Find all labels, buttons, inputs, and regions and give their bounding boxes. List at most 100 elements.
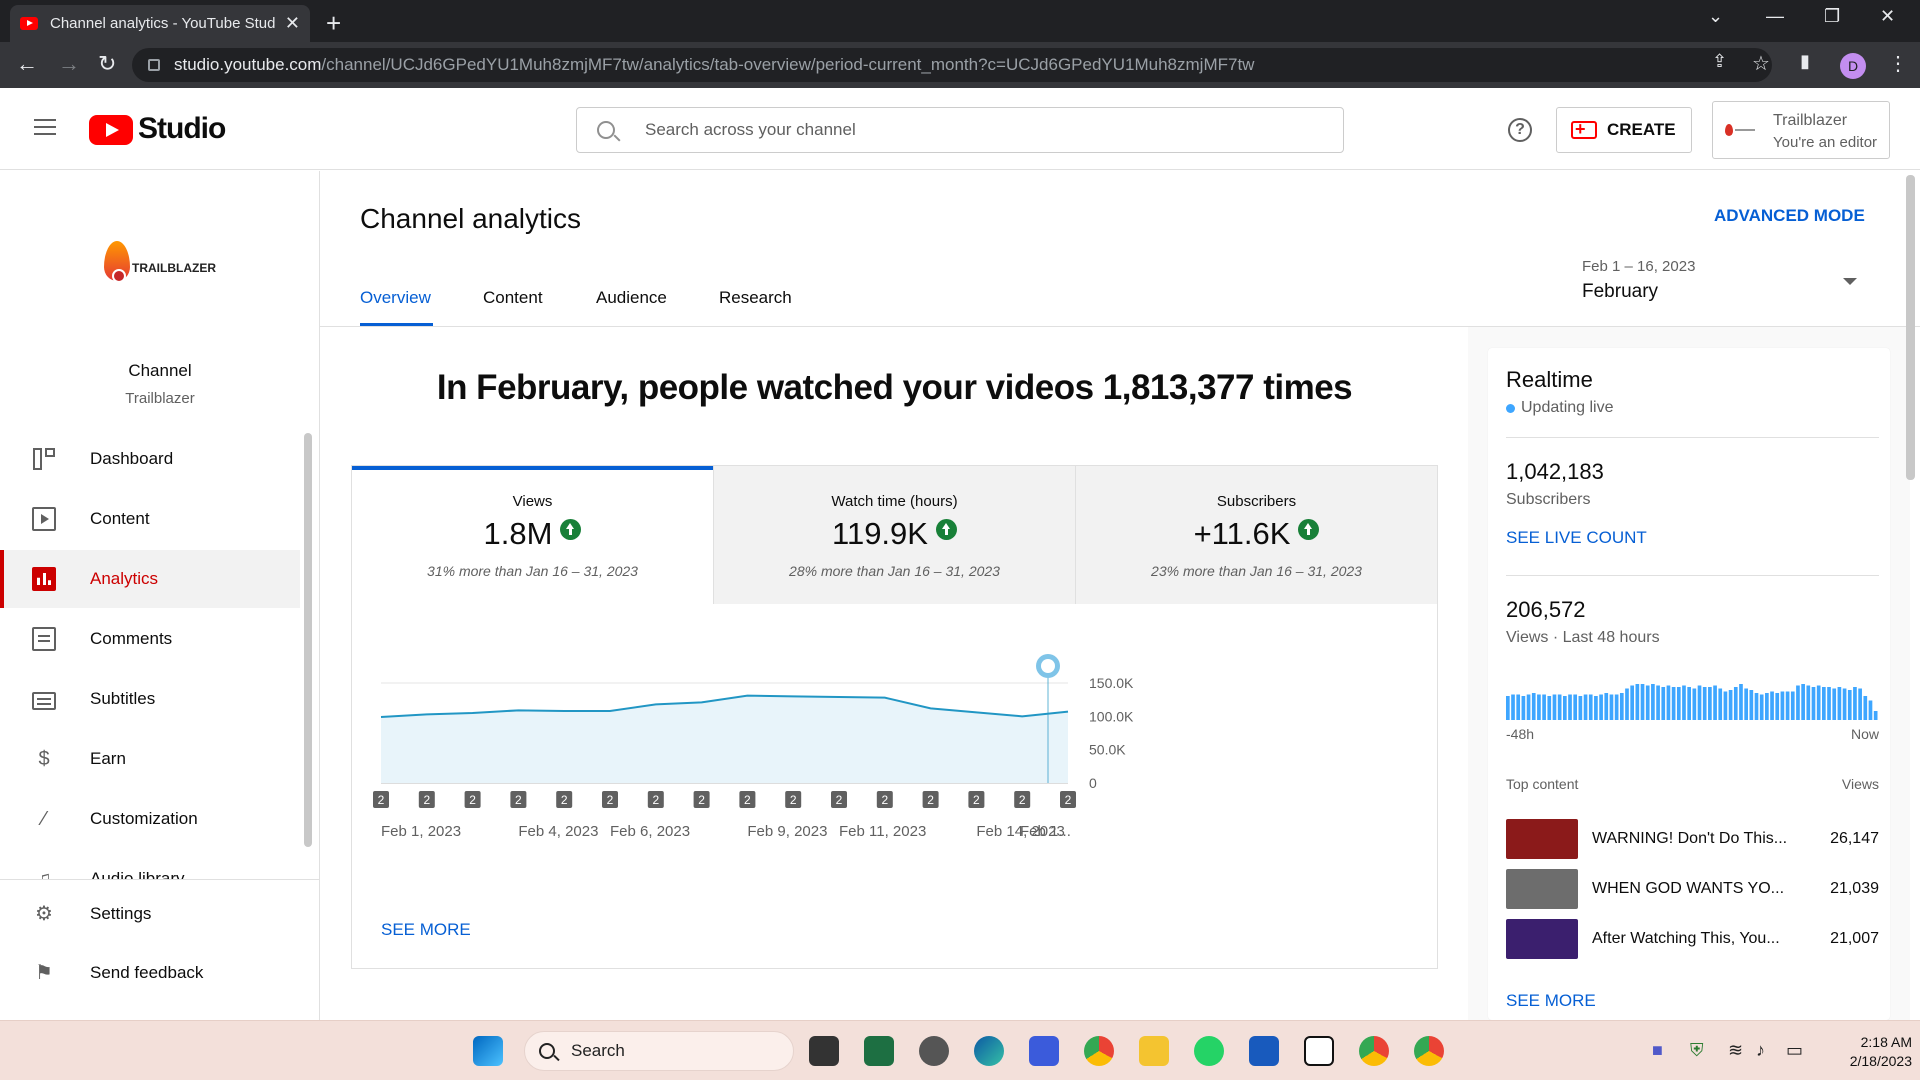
edge-icon[interactable] [974,1036,1004,1066]
top-content-item[interactable]: WHEN GOD WANTS YO... 21,039 [1506,869,1879,909]
close-tab-icon[interactable]: ✕ [285,13,300,34]
see-more-button[interactable]: SEE MORE [381,920,471,940]
browser-profile-avatar[interactable]: D [1840,53,1866,79]
system-clock[interactable]: 2:18 AM 2/18/2023 [1822,1033,1912,1071]
subtitles-icon [32,691,56,710]
app-icon[interactable] [1029,1036,1059,1066]
share-icon[interactable]: ⇪ [1712,51,1727,72]
clock-time: 2:18 AM [1860,1034,1912,1050]
metric-value: 1.8M [483,516,553,551]
metric-tab-subscribers[interactable]: Subscribers +11.6K 23% more than Jan 16 … [1076,466,1437,604]
search-input[interactable]: Search across your channel [576,107,1344,153]
see-live-count-link[interactable]: SEE LIVE COUNT [1506,528,1647,548]
back-icon[interactable]: ← [16,51,38,77]
channel-mini-logo-icon [1725,124,1755,136]
word-icon[interactable] [1249,1036,1279,1066]
youtube-logo-icon[interactable] [89,115,133,145]
search-icon [597,121,615,139]
realtime-bar [1775,693,1780,720]
excel-icon[interactable] [864,1036,894,1066]
new-tab-icon[interactable]: + [326,8,341,39]
x-tick-label: Feb 1, 2023 [381,823,461,840]
sidebar-item-analytics[interactable]: Analytics [0,550,300,608]
restore-icon[interactable]: ❐ [1824,6,1840,27]
chrome-profile-icon[interactable] [1359,1036,1389,1066]
sidebar-item-customization[interactable]: ⁄ Customization [0,790,300,848]
realtime-bar [1568,694,1572,720]
taskbar-search[interactable]: Search [524,1031,794,1071]
bookmark-star-icon[interactable]: ☆ [1752,51,1770,76]
tab-research[interactable]: Research [719,288,792,308]
notion-icon[interactable] [1304,1036,1334,1066]
metric-tab-watch-time[interactable]: Watch time (hours) 119.9K 28% more than … [714,466,1076,604]
url-field[interactable]: studio.youtube.com/channel/UCJd6GPedYU1M… [132,48,1772,82]
file-explorer-icon[interactable] [1139,1036,1169,1066]
tab-overview[interactable]: Overview [360,288,431,308]
page-scrollbar[interactable] [1906,175,1915,480]
realtime-bar [1770,691,1774,720]
realtime-bar-chart[interactable] [1506,680,1879,722]
whatsapp-icon[interactable] [1194,1036,1224,1066]
task-view-icon[interactable] [809,1036,839,1066]
clock-app-icon[interactable] [919,1036,949,1066]
sidebar-item-settings[interactable]: ⚙ Settings [0,885,300,943]
wifi-icon[interactable]: ≋ [1728,1040,1743,1061]
sidebar-item-comments[interactable]: Comments [0,610,300,668]
views-column-label: Views [1841,776,1879,792]
video-thumbnail [1506,819,1578,859]
close-window-icon[interactable]: ✕ [1880,6,1895,27]
realtime-bar [1718,688,1723,720]
realtime-bar [1759,694,1764,720]
realtime-see-more-button[interactable]: SEE MORE [1506,991,1596,1011]
advanced-mode-link[interactable]: ADVANCED MODE [1714,206,1865,226]
create-video-icon [1571,119,1597,140]
minimize-icon[interactable]: — [1766,6,1784,27]
realtime-bar [1676,687,1681,720]
metric-comparison: 28% more than Jan 16 – 31, 2023 [789,563,1000,579]
studio-logo-text[interactable]: Studio [138,112,226,146]
account-switcher[interactable]: Trailblazer You're an editor [1712,101,1890,159]
sidebar-item-dashboard[interactable]: Dashboard [0,430,300,488]
page-title: Channel analytics [360,203,582,234]
tab-search-icon[interactable]: ⌄ [1708,6,1723,27]
battery-icon[interactable]: ▭ [1786,1040,1803,1061]
realtime-bar [1863,696,1868,720]
volume-icon[interactable]: ♪ [1756,1040,1765,1061]
forward-icon[interactable]: → [58,51,80,77]
realtime-bar [1790,691,1795,720]
top-content-label: Top content [1506,776,1579,792]
sidebar-item-earn[interactable]: $ Earn [0,730,300,788]
upload-count-label: 2 [790,793,797,807]
realtime-bar [1858,688,1862,720]
channel-logo[interactable]: TRAILBLAZER [100,241,220,291]
reload-icon[interactable]: ↻ [98,51,116,77]
sidebar-scrollbar[interactable] [304,433,312,847]
create-button[interactable]: CREATE [1556,107,1692,153]
sidebar-bottom: ⚙ Settings ⚑ Send feedback [0,879,319,1020]
teams-icon[interactable]: ■ [1652,1040,1663,1061]
help-icon[interactable]: ? [1508,118,1532,142]
chrome-icon[interactable] [1084,1036,1114,1066]
menu-icon[interactable] [34,119,56,135]
realtime-bar [1614,694,1619,720]
live-dot-icon [1506,403,1515,413]
windows-start-icon[interactable] [473,1036,503,1066]
browser-menu-icon[interactable]: ⋮ [1888,51,1908,76]
browser-tab[interactable]: Channel analytics - YouTube Studio ✕ [10,5,310,42]
sidebar-item-label: Comments [90,629,173,648]
security-shield-icon[interactable]: ⛨ [1690,1040,1704,1061]
sidebar-item-subtitles[interactable]: Subtitles [0,670,300,728]
sidebar-item-content[interactable]: Content [0,490,300,548]
tab-content[interactable]: Content [483,288,543,308]
views-chart[interactable]: 150.0K 100.0K 50.0K 0 2 2 2 2 2 2 2 2 2 2 2 2 2 2 2 2 Feb 1,… [351,640,1438,900]
video-title: WHEN GOD WANTS YO... [1592,880,1785,897]
tab-audience[interactable]: Audience [596,288,667,308]
search-placeholder: Search across your channel [645,120,856,139]
top-content-item[interactable]: WARNING! Don't Do This... 26,147 [1506,819,1879,859]
realtime-status-text: Updating live [1521,399,1614,416]
side-panel-icon[interactable]: ▮ [1800,51,1810,72]
metric-tab-views[interactable]: Views 1.8M 31% more than Jan 16 – 31, 20… [352,466,714,604]
chrome-profile-2-icon[interactable] [1414,1036,1444,1066]
top-content-item[interactable]: After Watching This, You... 21,007 [1506,919,1879,959]
sidebar-item-send-feedback[interactable]: ⚑ Send feedback [0,944,300,1002]
